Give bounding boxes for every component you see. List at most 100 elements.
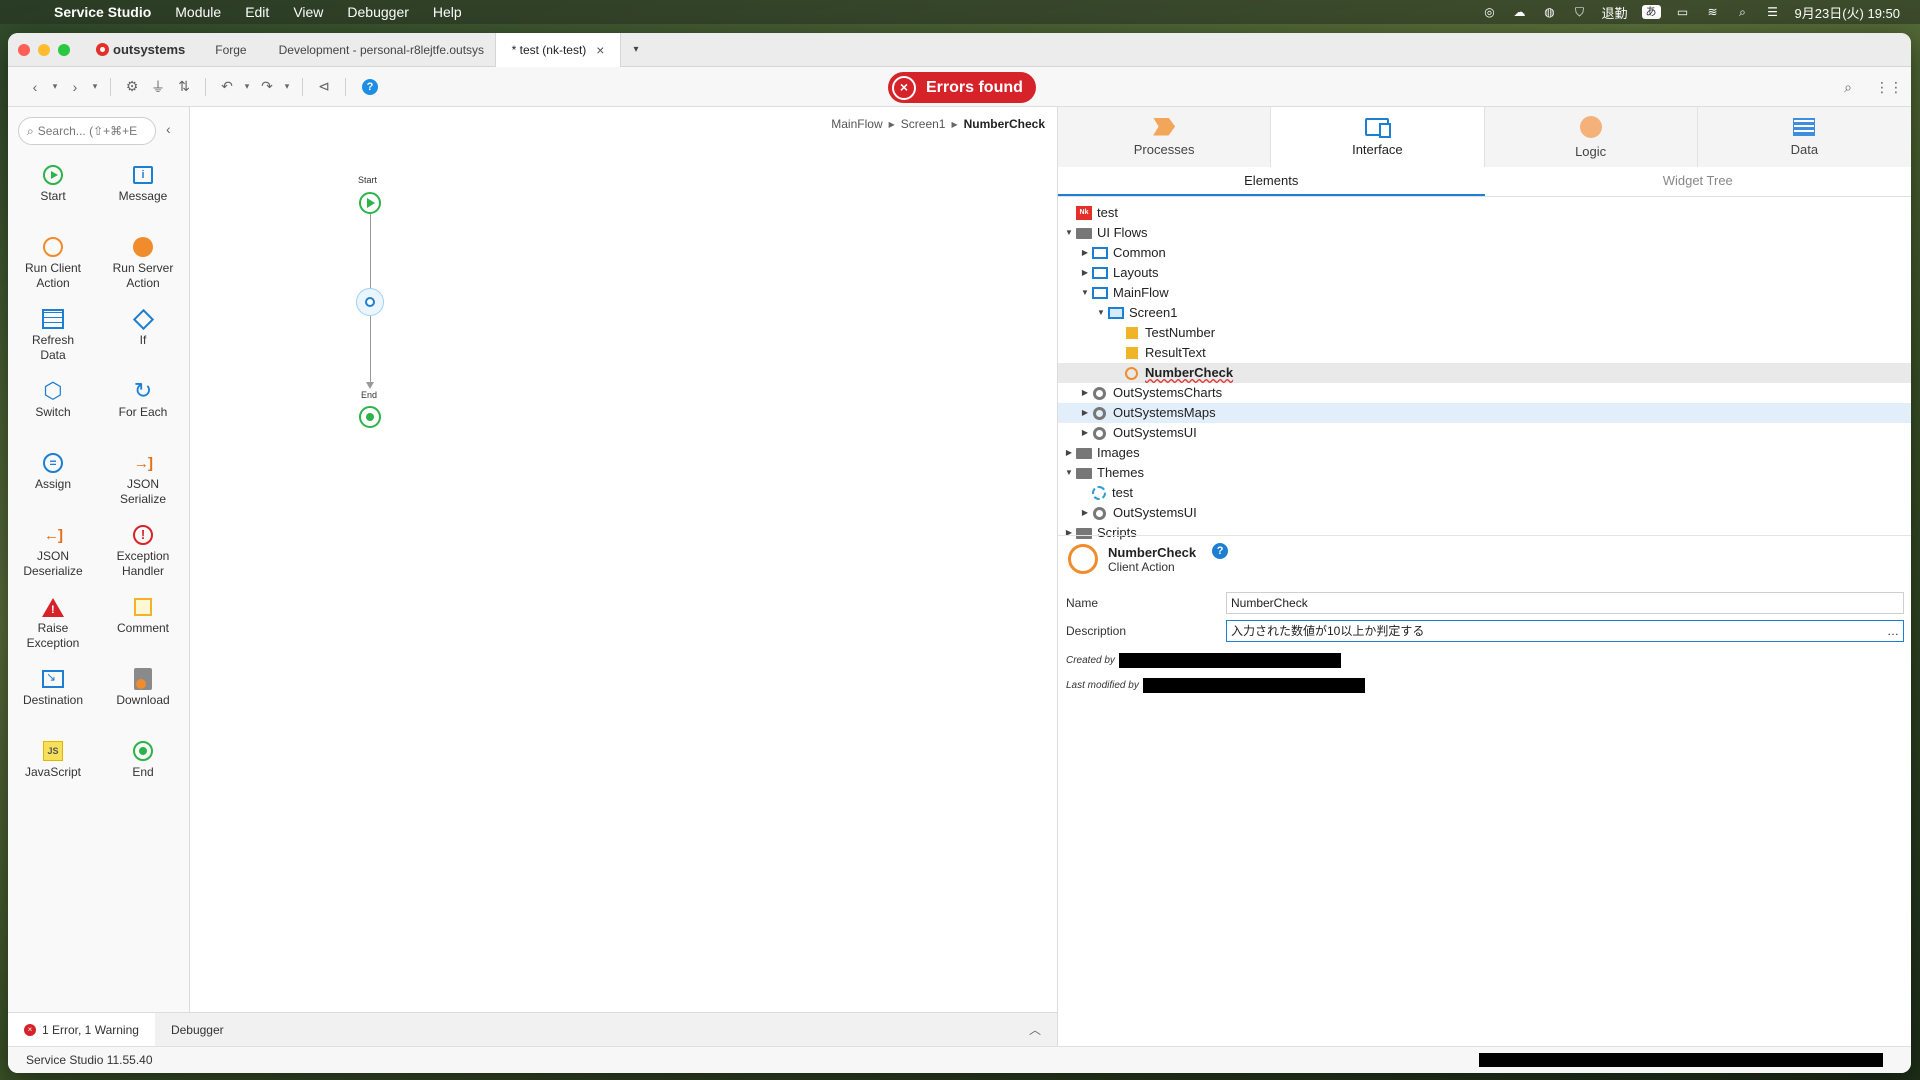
close-tab-icon[interactable]: × bbox=[596, 33, 604, 67]
tab-elements[interactable]: Elements bbox=[1058, 167, 1485, 196]
tree-node[interactable]: ▶ OutSystemsUI bbox=[1058, 503, 1911, 523]
collapse-icon[interactable]: ▼ bbox=[1062, 463, 1076, 483]
expand-icon[interactable]: ▶ bbox=[1078, 423, 1092, 443]
end-node[interactable] bbox=[359, 406, 381, 428]
control-center-icon[interactable]: ☰ bbox=[1765, 5, 1781, 19]
menu-module[interactable]: Module bbox=[163, 4, 233, 20]
tree-node[interactable]: TestNumber bbox=[1058, 323, 1911, 343]
tree-node[interactable]: Nk test bbox=[1058, 203, 1911, 223]
back-icon[interactable]: ‹ bbox=[22, 79, 48, 95]
tool-run-client-action[interactable]: Run Client Action bbox=[8, 227, 98, 299]
battery-icon[interactable]: ▭ bbox=[1675, 5, 1691, 19]
tool-for-each[interactable]: ↻ For Each bbox=[98, 371, 188, 443]
tool-assign[interactable]: = Assign bbox=[8, 443, 98, 515]
start-node[interactable] bbox=[359, 192, 381, 214]
redo-icon[interactable]: ↷ bbox=[254, 78, 280, 95]
breadcrumb-item[interactable]: Screen1 bbox=[901, 117, 946, 131]
menu-app-name[interactable]: Service Studio bbox=[50, 4, 163, 20]
tree-node[interactable]: ▶ Images bbox=[1058, 443, 1911, 463]
publish-icon[interactable]: ⊲ bbox=[311, 78, 337, 95]
search-icon[interactable]: ⌕ bbox=[1835, 79, 1861, 96]
expand-panel-icon[interactable]: ︿ bbox=[1029, 1021, 1057, 1038]
tab-debugger[interactable]: Debugger bbox=[155, 1013, 240, 1047]
tool-javascript[interactable]: JS JavaScript bbox=[8, 731, 98, 803]
tree-node[interactable]: ▼ MainFlow bbox=[1058, 283, 1911, 303]
tree-node[interactable]: ▼ Themes bbox=[1058, 463, 1911, 483]
menu-edit[interactable]: Edit bbox=[233, 4, 281, 20]
tab-logic[interactable]: Logic bbox=[1484, 107, 1698, 167]
minimize-window-button[interactable] bbox=[38, 43, 50, 56]
tool-raise-exception[interactable]: Raise Exception bbox=[8, 587, 98, 659]
back-history-icon[interactable]: ▾ bbox=[48, 81, 62, 92]
tree-node[interactable]: test bbox=[1058, 483, 1911, 503]
expand-icon[interactable]: ▶ bbox=[1078, 403, 1092, 423]
tool-switch[interactable]: ⬡ Switch bbox=[8, 371, 98, 443]
redo-history-icon[interactable]: ▾ bbox=[280, 81, 294, 92]
menu-debugger[interactable]: Debugger bbox=[335, 4, 421, 20]
tab-data[interactable]: Data bbox=[1697, 107, 1911, 167]
expand-icon[interactable]: ▶ bbox=[1078, 383, 1092, 403]
forward-history-icon[interactable]: ▾ bbox=[88, 81, 102, 92]
status-c-icon[interactable]: ◎ bbox=[1481, 5, 1497, 19]
tabs-dropdown-icon[interactable]: ▾ bbox=[621, 44, 650, 55]
tab-true-change[interactable]: × 1 Error, 1 Warning bbox=[8, 1012, 155, 1047]
tool-exception-handler[interactable]: ! Exception Handler bbox=[98, 515, 188, 587]
expand-icon[interactable]: ▶ bbox=[1078, 263, 1092, 283]
globe-icon[interactable]: ◍ bbox=[1541, 5, 1557, 19]
tree-node[interactable]: ▶ Layouts bbox=[1058, 263, 1911, 283]
menu-view[interactable]: View bbox=[281, 4, 335, 20]
tab-development[interactable]: Development - personal-r8lejtfe.outsys bbox=[263, 33, 495, 67]
wifi-icon[interactable]: ≋ bbox=[1705, 5, 1721, 19]
tree-node[interactable]: NumberCheck bbox=[1058, 363, 1911, 383]
menu-help[interactable]: Help bbox=[421, 4, 474, 20]
apps-grid-icon[interactable]: ⋮⋮ bbox=[1875, 79, 1903, 96]
tab-interface[interactable]: Interface bbox=[1271, 107, 1485, 167]
description-field[interactable]: 入力された数値が10以上か判定する … bbox=[1226, 620, 1904, 642]
tree-node[interactable]: ▼ Screen1 bbox=[1058, 303, 1911, 323]
errors-found-button[interactable]: × Errors found bbox=[888, 72, 1036, 103]
tool-run-server-action[interactable]: Run Server Action bbox=[98, 227, 188, 299]
ellipsis-button[interactable]: … bbox=[1887, 621, 1899, 641]
tool-destination[interactable]: Destination bbox=[8, 659, 98, 731]
toolbox-search[interactable]: ⌕ Search... (⇧+⌘+E bbox=[18, 117, 156, 145]
tool-start[interactable]: Start bbox=[8, 155, 98, 227]
zoom-window-button[interactable] bbox=[58, 43, 70, 56]
tree-node[interactable]: ▶ OutSystemsUI bbox=[1058, 423, 1911, 443]
tool-end[interactable]: End bbox=[98, 731, 188, 803]
clock[interactable]: 9月23日(火) 19:50 bbox=[1795, 3, 1901, 22]
tool-if[interactable]: If bbox=[98, 299, 188, 371]
tool-download[interactable]: Download bbox=[98, 659, 188, 731]
tool-json-serialize[interactable]: →] JSON Serialize bbox=[98, 443, 188, 515]
close-window-button[interactable] bbox=[18, 43, 30, 56]
status-text[interactable]: 退勤 bbox=[1601, 3, 1627, 22]
expand-icon[interactable]: ▶ bbox=[1078, 503, 1092, 523]
expand-icon[interactable]: ▶ bbox=[1062, 443, 1076, 463]
input-mode-indicator[interactable]: あ bbox=[1641, 5, 1661, 19]
tool-json-deserialize[interactable]: ←] JSON Deserialize bbox=[8, 515, 98, 587]
tab-processes[interactable]: Processes bbox=[1058, 107, 1272, 167]
plugin-icon[interactable]: ⏚ bbox=[145, 77, 171, 97]
outsystems-logo[interactable]: outsystems bbox=[90, 42, 199, 57]
cloud-icon[interactable]: ☁ bbox=[1511, 5, 1527, 19]
tab-widget-tree[interactable]: Widget Tree bbox=[1485, 167, 1912, 196]
help-icon[interactable]: ? bbox=[1212, 543, 1229, 559]
breadcrumb-item[interactable]: MainFlow bbox=[831, 117, 882, 131]
tool-message[interactable]: i Message bbox=[98, 155, 188, 227]
shield-icon[interactable]: ⛉ bbox=[1571, 5, 1587, 19]
tree-node[interactable]: ▶ OutSystemsCharts bbox=[1058, 383, 1911, 403]
compare-icon[interactable]: ⇅ bbox=[171, 78, 197, 95]
tree-node[interactable]: ▼ UI Flows bbox=[1058, 223, 1911, 243]
expand-icon[interactable]: ▶ bbox=[1078, 243, 1092, 263]
tree-node[interactable]: ▶ OutSystemsMaps bbox=[1058, 403, 1911, 423]
flow-canvas[interactable]: MainFlow ▶ Screen1 ▶ NumberCheck Start E… bbox=[190, 107, 1057, 1012]
tree-node[interactable]: ▶ Common bbox=[1058, 243, 1911, 263]
drop-target-node[interactable] bbox=[356, 288, 384, 316]
settings-icon[interactable]: ⚙ bbox=[119, 78, 145, 95]
tab-forge[interactable]: Forge bbox=[199, 33, 262, 67]
search-icon[interactable]: ⌕ bbox=[1735, 5, 1751, 19]
undo-icon[interactable]: ↶ bbox=[214, 78, 240, 95]
collapse-icon[interactable]: ▼ bbox=[1078, 283, 1092, 303]
forward-icon[interactable]: › bbox=[62, 79, 88, 95]
help-icon[interactable]: ? bbox=[362, 78, 378, 95]
tool-comment[interactable]: Comment bbox=[98, 587, 188, 659]
